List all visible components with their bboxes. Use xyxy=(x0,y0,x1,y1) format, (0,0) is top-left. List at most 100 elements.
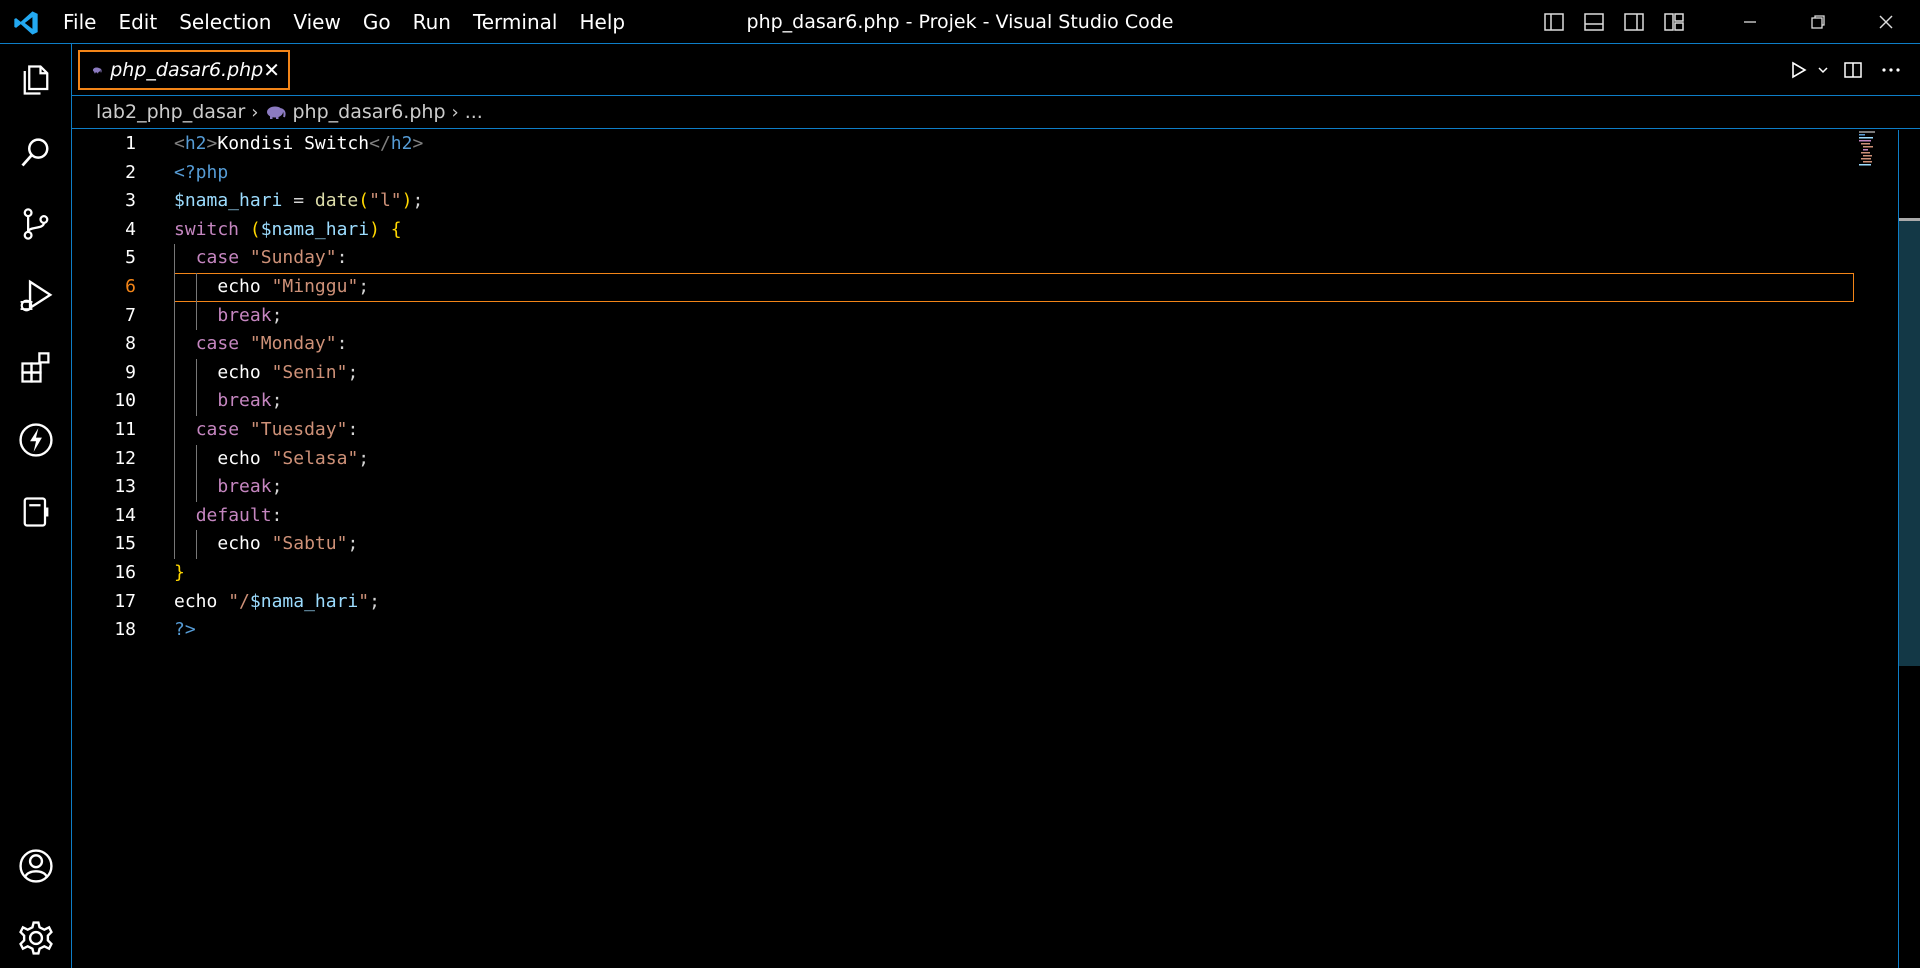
close-tab-icon[interactable]: ✕ xyxy=(263,58,280,82)
code-line[interactable]: break; xyxy=(174,387,1854,416)
menu-help[interactable]: Help xyxy=(568,0,636,44)
minimap[interactable] xyxy=(1859,131,1883,167)
tab-label: php_dasar6.php xyxy=(110,59,264,81)
line-number: 4 xyxy=(125,218,136,240)
run-code-icon[interactable] xyxy=(1784,44,1812,96)
line-number: 17 xyxy=(114,590,136,612)
code-line[interactable]: switch ($nama_hari) { xyxy=(174,216,1854,245)
vertical-scrollbar[interactable] xyxy=(1898,130,1920,968)
code-line[interactable]: case "Monday": xyxy=(174,330,1854,359)
indent-guide xyxy=(174,358,175,388)
chevron-down-icon[interactable] xyxy=(1812,44,1834,96)
toggle-panel-icon[interactable] xyxy=(1574,0,1614,44)
minimize-icon[interactable] xyxy=(1716,0,1784,44)
customize-layout-icon[interactable] xyxy=(1654,0,1694,44)
chevron-right-icon: › xyxy=(251,101,259,123)
indent-guide xyxy=(174,415,175,445)
menu-selection[interactable]: Selection xyxy=(168,0,282,44)
code-line[interactable]: break; xyxy=(174,473,1854,502)
accounts-icon[interactable] xyxy=(0,836,72,896)
menu-edit[interactable]: Edit xyxy=(107,0,168,44)
code-line[interactable]: echo "Sabtu"; xyxy=(174,530,1854,559)
breadcrumb-file[interactable]: php_dasar6.php xyxy=(293,101,446,123)
indent-guide xyxy=(174,473,175,502)
vscode-logo-icon xyxy=(14,11,38,35)
indent-guide xyxy=(195,444,197,474)
indent-guide xyxy=(195,358,197,388)
tab-php-dasar6[interactable]: php_dasar6.php ✕ xyxy=(78,50,290,90)
line-number: 11 xyxy=(114,418,136,440)
line-number: 18 xyxy=(114,619,136,641)
indent-guide xyxy=(195,530,197,559)
extensions-icon[interactable] xyxy=(0,338,72,398)
indent-guide xyxy=(174,530,175,559)
chevron-right-icon: › xyxy=(451,101,459,123)
line-number: 2 xyxy=(125,161,136,183)
code-editor[interactable]: 1 2 3 4 5 6 7 8 9 10 11 12 13 14 15 16 17 18 <h2>Kondisi … xyxy=(72,130,1920,968)
code-line[interactable]: echo "/$nama_hari"; xyxy=(174,588,1854,617)
line-number-gutter: 1 2 3 4 5 6 7 8 9 10 11 12 13 14 15 16 17 18 xyxy=(72,130,136,645)
line-number: 16 xyxy=(114,561,136,583)
editor-actions xyxy=(1784,44,1910,96)
lightning-icon[interactable] xyxy=(0,410,72,470)
code-line[interactable]: echo "Minggu"; xyxy=(174,272,1854,302)
indent-guide xyxy=(195,272,197,302)
indent-guide xyxy=(174,301,175,331)
toggle-secondary-sidebar-icon[interactable] xyxy=(1614,0,1654,44)
scrollbar-cursor-marker xyxy=(1899,218,1920,221)
code-lines[interactable]: <h2>Kondisi Switch</h2> <?php $nama_hari =… xyxy=(174,130,1854,645)
code-line[interactable]: <h2>Kondisi Switch</h2> xyxy=(174,130,1854,159)
php-elephant-icon xyxy=(92,67,102,74)
tab-bar: php_dasar6.php ✕ xyxy=(72,44,1920,96)
toggle-primary-sidebar-icon[interactable] xyxy=(1534,0,1574,44)
menu-terminal[interactable]: Terminal xyxy=(462,0,569,44)
indent-guide xyxy=(174,272,175,302)
line-number: 13 xyxy=(114,476,136,498)
indent-guide xyxy=(174,444,175,474)
code-line[interactable]: ?> xyxy=(174,616,1854,645)
activity-bar xyxy=(0,44,72,968)
indent-guide xyxy=(174,501,175,531)
line-number: 7 xyxy=(125,304,136,326)
code-line[interactable]: default: xyxy=(174,501,1854,531)
code-line[interactable]: } xyxy=(174,559,1854,588)
code-line[interactable]: echo "Senin"; xyxy=(174,358,1854,388)
manage-gear-icon[interactable] xyxy=(0,908,72,968)
menu-file[interactable]: File xyxy=(52,0,107,44)
code-line[interactable]: <?php xyxy=(174,159,1854,188)
run-and-debug-icon[interactable] xyxy=(0,266,72,326)
indent-guide xyxy=(195,301,197,331)
breadcrumb: lab2_php_dasar › php_dasar6.php › ... xyxy=(72,96,1920,129)
indent-guide xyxy=(174,387,175,416)
indent-guide xyxy=(195,387,197,416)
code-line[interactable]: break; xyxy=(174,301,1854,331)
line-number: 8 xyxy=(125,333,136,355)
line-number: 5 xyxy=(125,247,136,269)
code-line[interactable]: case "Tuesday": xyxy=(174,415,1854,445)
restore-icon[interactable] xyxy=(1784,0,1852,44)
line-number: 1 xyxy=(125,133,136,154)
code-line[interactable]: echo "Selasa"; xyxy=(174,444,1854,474)
explorer-icon[interactable] xyxy=(0,50,72,110)
split-editor-icon[interactable] xyxy=(1834,44,1872,96)
search-icon[interactable] xyxy=(0,122,72,182)
menu-view[interactable]: View xyxy=(282,0,351,44)
remote-notebook-icon[interactable] xyxy=(0,482,72,542)
breadcrumb-more[interactable]: ... xyxy=(465,101,483,123)
more-actions-icon[interactable] xyxy=(1872,44,1910,96)
close-window-icon[interactable] xyxy=(1852,0,1920,44)
line-number: 10 xyxy=(114,390,136,412)
title-actions xyxy=(1534,0,1920,44)
code-line[interactable]: $nama_hari = date("l"); xyxy=(174,187,1854,216)
line-number: 3 xyxy=(125,190,136,212)
breadcrumb-folder[interactable]: lab2_php_dasar xyxy=(96,101,245,123)
menu-run[interactable]: Run xyxy=(402,0,462,44)
scrollbar-thumb[interactable] xyxy=(1899,220,1920,666)
indent-guide xyxy=(195,473,197,502)
indent-guide xyxy=(174,330,175,359)
source-control-icon[interactable] xyxy=(0,194,72,254)
php-elephant-icon xyxy=(266,106,286,119)
menu-go[interactable]: Go xyxy=(352,0,402,44)
code-line[interactable]: case "Sunday": xyxy=(174,244,1854,273)
line-number: 15 xyxy=(114,533,136,555)
